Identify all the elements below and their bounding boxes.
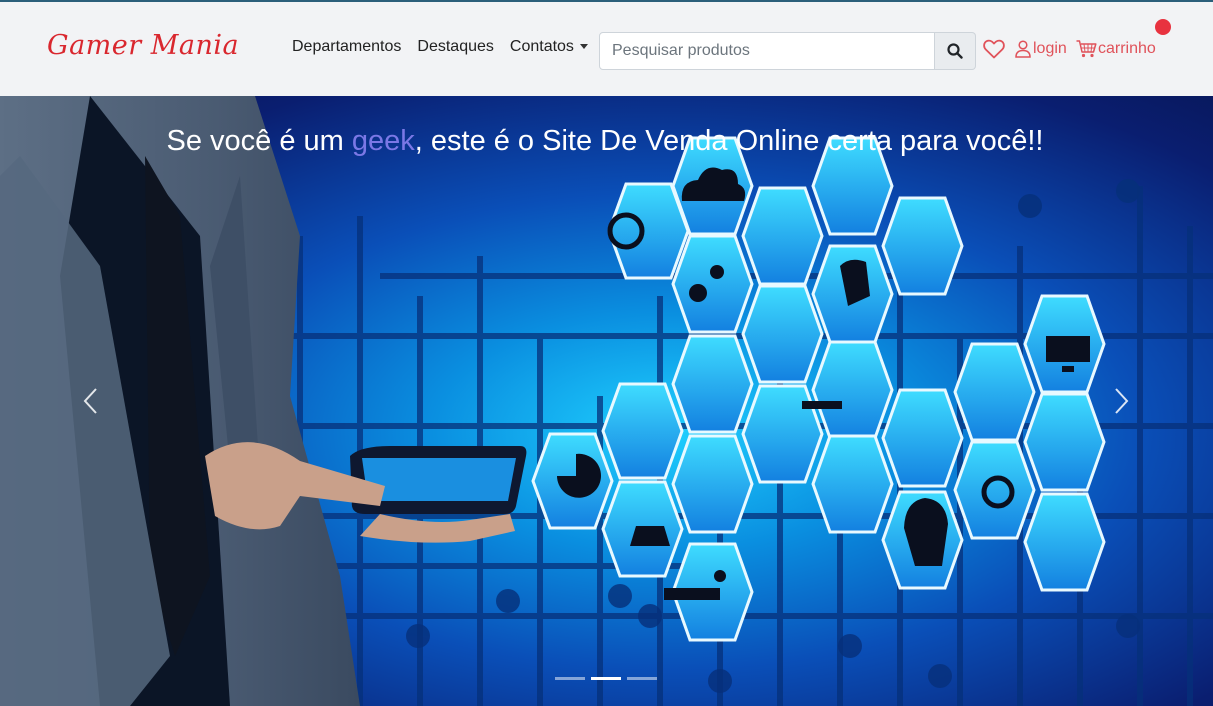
cart-icon [1076, 40, 1097, 58]
chevron-left-icon [83, 388, 97, 414]
user-icon [1015, 40, 1031, 58]
carousel-prev-button[interactable] [76, 386, 106, 416]
brand-logo[interactable]: Gamer Mania [47, 30, 239, 61]
nav-item-contatos-dropdown[interactable]: Contatos [510, 38, 588, 56]
carousel-next-button[interactable] [1106, 386, 1136, 416]
search-button[interactable] [935, 32, 976, 70]
hero-background-image [0, 96, 1213, 706]
nav-links: Departamentos Destaques Contatos [292, 38, 588, 56]
login-link[interactable]: login [1015, 40, 1067, 58]
navbar: Gamer Mania Departamentos Destaques Cont… [0, 0, 1213, 96]
search-icon [947, 43, 963, 59]
hero-title-accent: geek [351, 125, 415, 157]
hero-title-start: Se você é um [166, 125, 352, 157]
cart-label: carrinho [1098, 40, 1156, 57]
carousel-indicator-2[interactable] [591, 677, 621, 680]
hero-title: Se você é um geek, este é o Site De Vend… [150, 122, 1060, 160]
carousel-indicator-1[interactable] [555, 677, 585, 680]
heart-icon [983, 39, 1005, 59]
carousel-indicators [555, 677, 657, 680]
cart-link[interactable]: carrinho [1076, 40, 1156, 58]
carousel-indicator-3[interactable] [627, 677, 657, 680]
cart-badge [1155, 19, 1171, 35]
chevron-right-icon [1115, 388, 1129, 414]
nav-item-departamentos[interactable]: Departamentos [292, 38, 401, 56]
search-form [599, 32, 976, 70]
hero-title-end: , este é o Site De Venda Online certa pa… [414, 125, 1044, 157]
login-label: login [1033, 40, 1067, 57]
nav-item-contatos-label: Contatos [509, 38, 574, 55]
caret-down-icon [579, 44, 588, 50]
wishlist-button[interactable] [983, 39, 1005, 64]
hero-carousel: Se você é um geek, este é o Site De Vend… [0, 96, 1213, 706]
nav-item-destaques[interactable]: Destaques [417, 38, 494, 56]
search-input[interactable] [599, 32, 935, 70]
